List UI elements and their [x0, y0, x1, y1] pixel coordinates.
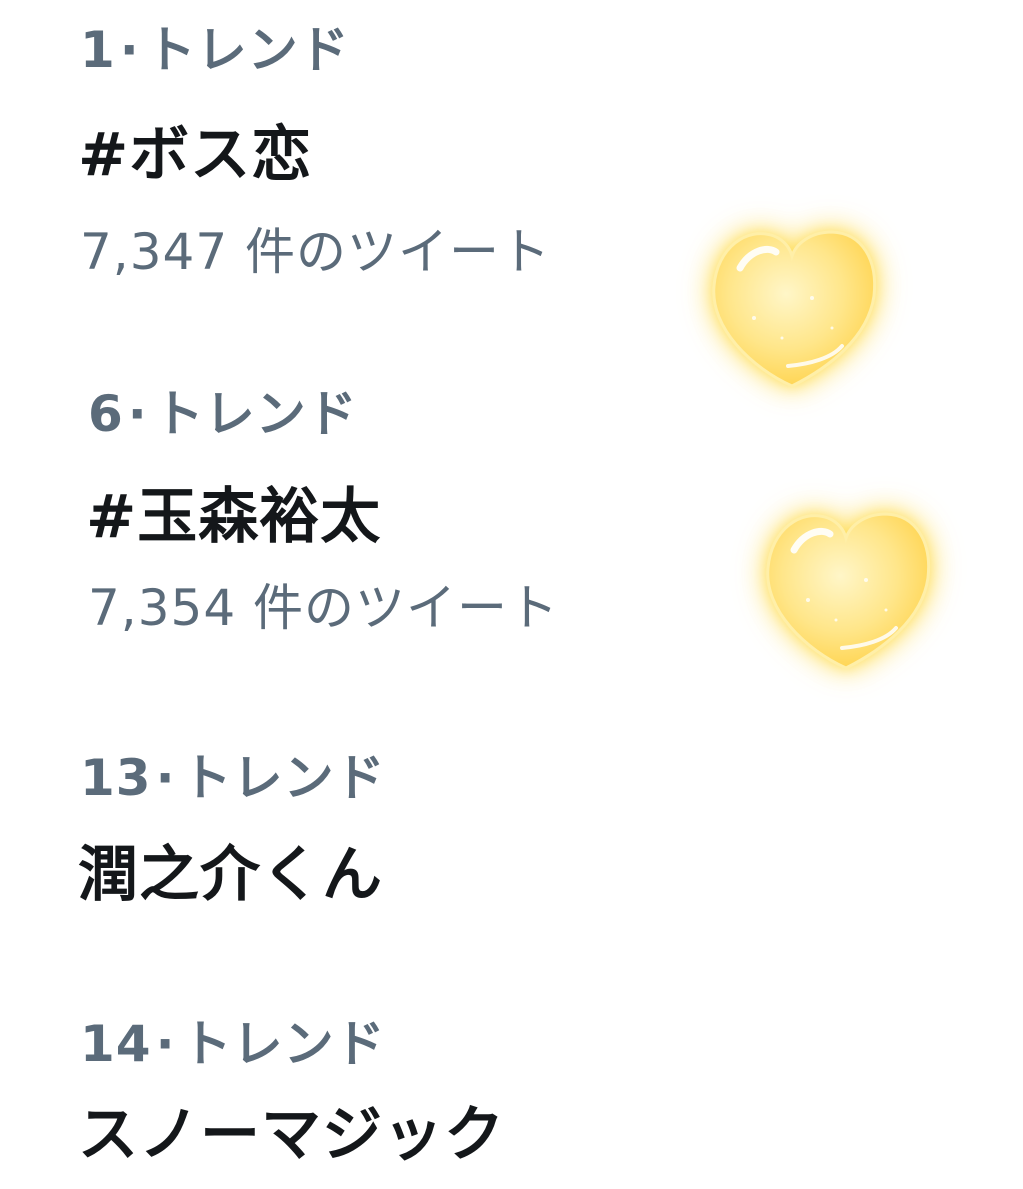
meta-separator: ·	[155, 749, 176, 807]
tweet-count: 7,354 件のツイート	[88, 579, 560, 637]
trend-title[interactable]: #玉森裕太	[86, 484, 381, 550]
yellow-heart-icon	[712, 230, 877, 388]
trend-meta: 13· トレンド	[80, 750, 386, 806]
trend-label: トレンド	[145, 21, 350, 79]
trend-title[interactable]: スノーマジック	[78, 1102, 505, 1168]
trend-label: トレンド	[153, 385, 358, 443]
trend-label: トレンド	[181, 1015, 386, 1073]
tweet-count: 7,347 件のツイート	[80, 223, 552, 281]
trend-rank: 6	[88, 385, 124, 443]
trend-meta: 1· トレンド	[80, 22, 350, 78]
meta-separator: ·	[127, 385, 148, 443]
trend-title[interactable]: #ボス恋	[78, 122, 312, 188]
trend-meta: 14· トレンド	[80, 1016, 386, 1072]
meta-separator: ·	[155, 1015, 176, 1073]
yellow-heart-icon	[766, 512, 931, 670]
trend-rank: 1	[80, 21, 116, 79]
meta-separator: ·	[119, 21, 140, 79]
trend-rank: 14	[80, 1015, 152, 1073]
trend-item-14[interactable]: 14· トレンド スノーマジック	[0, 990, 1023, 1189]
trend-meta: 6· トレンド	[88, 386, 358, 442]
trend-item-13[interactable]: 13· トレンド 潤之介くん	[0, 720, 1023, 930]
trend-title[interactable]: 潤之介くん	[78, 842, 383, 908]
trend-rank: 13	[80, 749, 152, 807]
trend-label: トレンド	[181, 749, 386, 807]
